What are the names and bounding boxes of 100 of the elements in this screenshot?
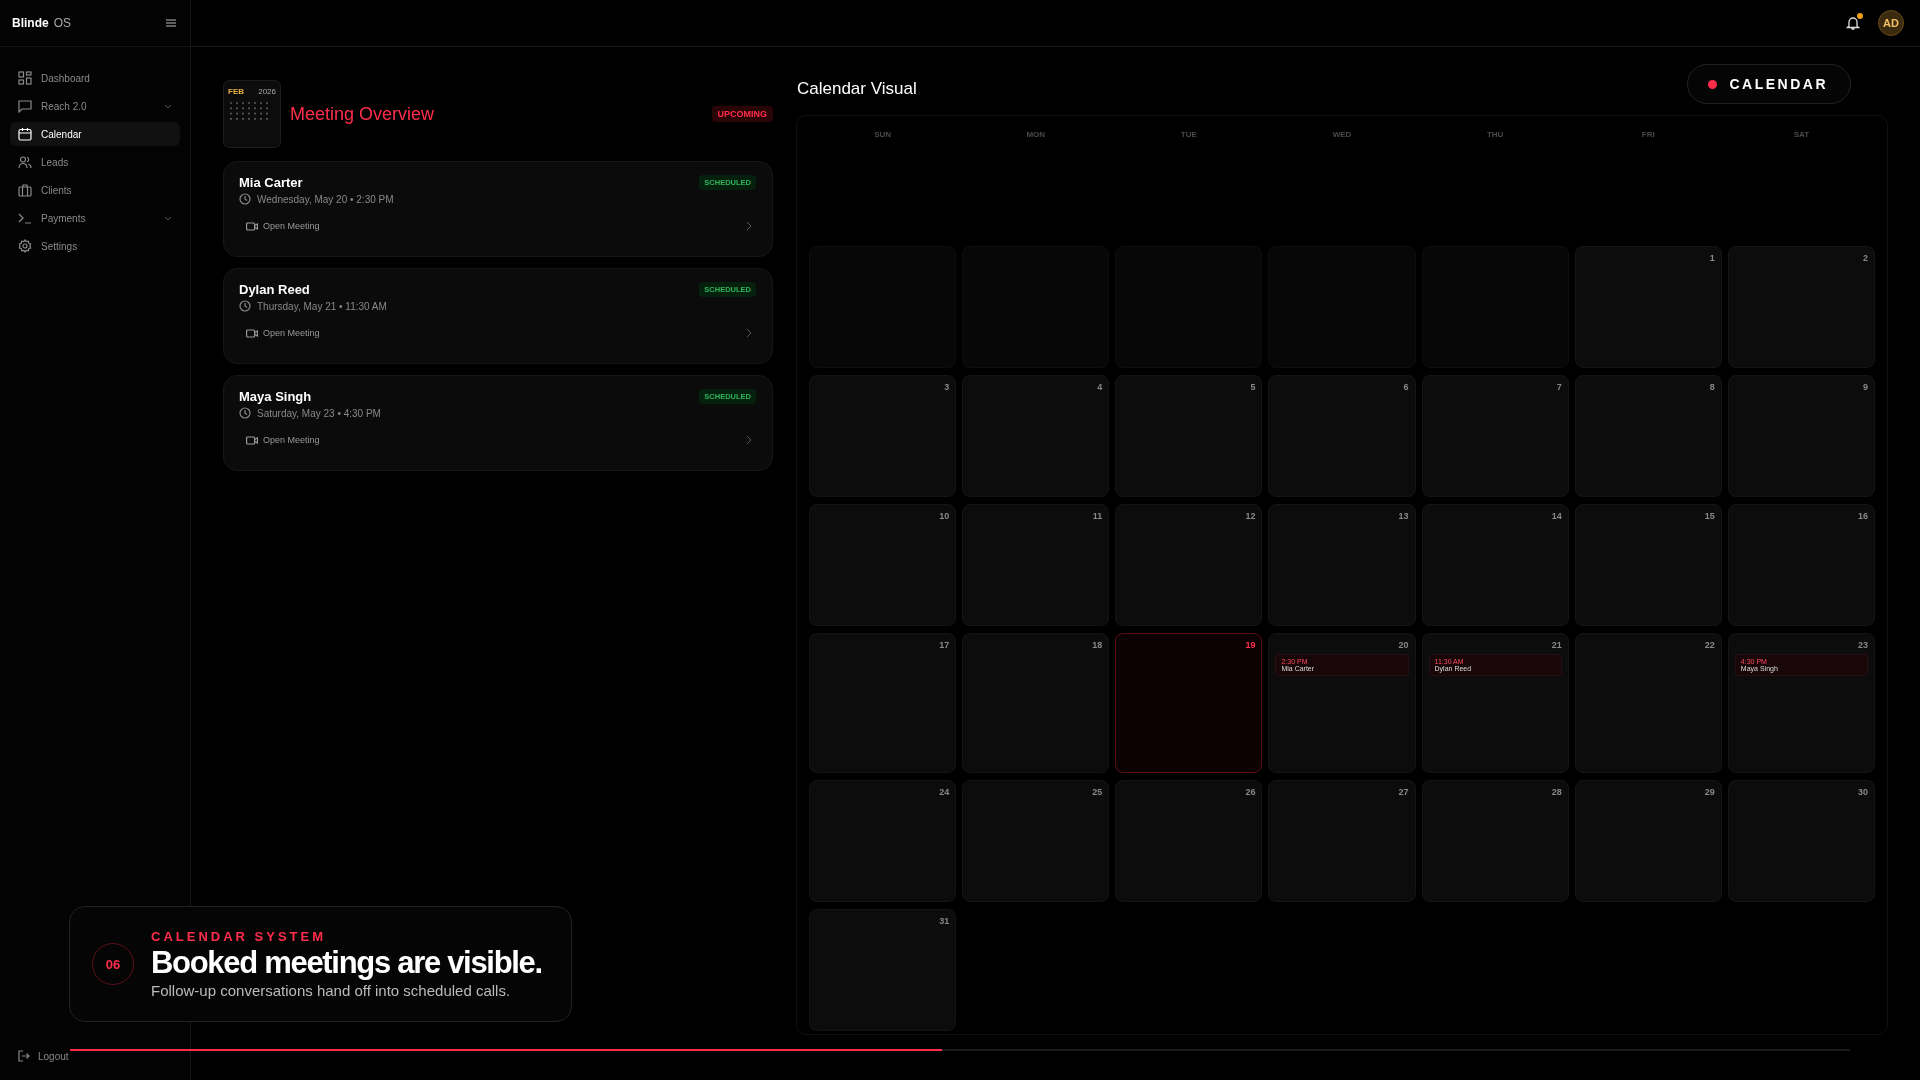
meeting-time: Wednesday, May 20 • 2:30 PM [257, 193, 394, 205]
open-meeting-link[interactable]: Open Meeting [246, 328, 320, 338]
day-number: 9 [1861, 382, 1868, 392]
sidebar-item-label: Calendar [41, 128, 83, 140]
day-cell[interactable]: 29 [1574, 780, 1722, 902]
sidebar-item[interactable]: Payments [10, 206, 180, 230]
terminal-icon [18, 211, 32, 225]
day-cell[interactable]: 10 [809, 504, 957, 626]
day-cell[interactable]: 15 [1574, 504, 1722, 626]
day-number: 19 [1244, 640, 1256, 650]
calendar-title: Calendar Visual [797, 79, 917, 99]
day-cell[interactable]: 28 [1421, 780, 1569, 902]
sidebar-item[interactable]: Dashboard [10, 66, 180, 90]
clock-icon [239, 193, 251, 205]
section-title: Meeting Overview [290, 103, 436, 125]
day-cell[interactable]: 30 [1727, 780, 1875, 902]
day-cell[interactable]: 11 [962, 504, 1110, 626]
day-cell[interactable]: 3 [809, 375, 957, 497]
day-number: 16 [1856, 511, 1868, 521]
day-cell[interactable]: 2 [1727, 246, 1875, 368]
sidebar-item[interactable]: Calendar [10, 122, 180, 146]
chevron-right-icon[interactable] [746, 221, 752, 231]
day-cell[interactable]: 17 [809, 633, 957, 773]
day-cell[interactable]: 8 [1574, 375, 1722, 497]
day-number: 26 [1244, 787, 1256, 797]
sidebar-item-label: Settings [41, 240, 79, 252]
sidebar-item[interactable]: Reach 2.0 [10, 94, 180, 118]
day-number: 20 [1397, 640, 1409, 650]
day-cell[interactable]: 16 [1727, 504, 1875, 626]
day-number: 6 [1402, 382, 1409, 392]
day-cell[interactable]: 9 [1727, 375, 1875, 497]
day-cell[interactable]: 1 [1574, 246, 1722, 368]
day-number: 31 [938, 916, 950, 926]
day-number: 27 [1397, 787, 1409, 797]
video-camera-icon [246, 435, 258, 445]
brand-name: Blinde [12, 16, 49, 30]
weekday-label: FRI [1640, 130, 1656, 141]
day-cell[interactable]: 18 [962, 633, 1110, 773]
day-cell[interactable]: 19 [1115, 633, 1263, 773]
weekday-label: SUN [873, 130, 892, 141]
open-meeting-link[interactable]: Open Meeting [246, 435, 320, 445]
day-cell[interactable]: 14 [1421, 504, 1569, 626]
calendar-icon [18, 127, 32, 141]
day-cell[interactable]: 22 [1574, 633, 1722, 773]
clock-icon [239, 407, 251, 419]
sidebar-item[interactable]: Leads [10, 150, 180, 174]
day-cell[interactable]: 24 [809, 780, 957, 902]
day-number: 21 [1550, 640, 1562, 650]
meeting-time: Thursday, May 21 • 11:30 AM [257, 300, 387, 312]
sidebar-item[interactable]: Clients [10, 178, 180, 202]
day-number: 24 [938, 787, 950, 797]
day-cell[interactable]: 12 [1115, 504, 1263, 626]
meeting-name: Dylan Reed [239, 282, 310, 297]
meeting-name: Maya Singh [239, 389, 312, 404]
sidebar-item[interactable]: Settings [10, 234, 180, 258]
notification-bell-icon[interactable] [1846, 15, 1860, 31]
day-cell[interactable]: 25 [962, 780, 1110, 902]
day-cell[interactable]: 5 [1115, 375, 1263, 497]
sidebar-item-label: Leads [41, 156, 70, 168]
day-cell[interactable]: 6 [1268, 375, 1416, 497]
day-number: 3 [943, 382, 950, 392]
chevron-right-icon[interactable] [746, 328, 752, 338]
thumbnail-month: FEB [228, 87, 244, 96]
thumbnail-year: 2026 [258, 87, 276, 96]
weekday-label: SAT [1792, 130, 1811, 141]
day-number: 22 [1703, 640, 1715, 650]
sidebar-item-label: Reach 2.0 [41, 100, 88, 112]
calendar-button[interactable]: CALENDAR [1687, 64, 1851, 104]
day-number: 10 [938, 511, 950, 521]
weekday-label: MON [1025, 130, 1047, 141]
day-cell[interactable]: 26 [1115, 780, 1263, 902]
day-cell[interactable]: 27 [1268, 780, 1416, 902]
meeting-name: Mia Carter [239, 175, 303, 190]
day-cell[interactable]: 13 [1268, 504, 1416, 626]
day-number: 1 [1708, 253, 1715, 263]
day-cell[interactable]: 7 [1421, 375, 1569, 497]
day-number: 17 [938, 640, 950, 650]
chevron-right-icon[interactable] [746, 435, 752, 445]
logout-link[interactable]: Logout [18, 1050, 69, 1062]
clock-icon [239, 300, 251, 312]
day-number: 18 [1091, 640, 1103, 650]
day-cell[interactable]: 4 [962, 375, 1110, 497]
weekday-label: WED [1331, 130, 1353, 141]
brand-suffix: OS [53, 16, 71, 30]
day-number: 30 [1856, 787, 1868, 797]
dot-grid-icon [228, 100, 270, 122]
logout-icon [18, 1050, 30, 1062]
user-avatar[interactable]: AD [1878, 10, 1904, 36]
weekday-label: TUE [1179, 130, 1198, 141]
day-number: 29 [1703, 787, 1715, 797]
open-meeting-link[interactable]: Open Meeting [246, 221, 320, 231]
menu-icon[interactable] [166, 19, 176, 27]
settings-icon [18, 239, 32, 253]
video-camera-icon [246, 221, 258, 231]
day-number: 8 [1708, 382, 1715, 392]
sidebar-item-label: Dashboard [41, 72, 91, 84]
caption-subtext: Follow-up conversations hand off into scheduled calls. [151, 981, 512, 999]
day-cell[interactable]: 31 [809, 909, 957, 1031]
weekday-label: THU [1485, 130, 1505, 141]
day-number: 2 [1861, 253, 1868, 263]
